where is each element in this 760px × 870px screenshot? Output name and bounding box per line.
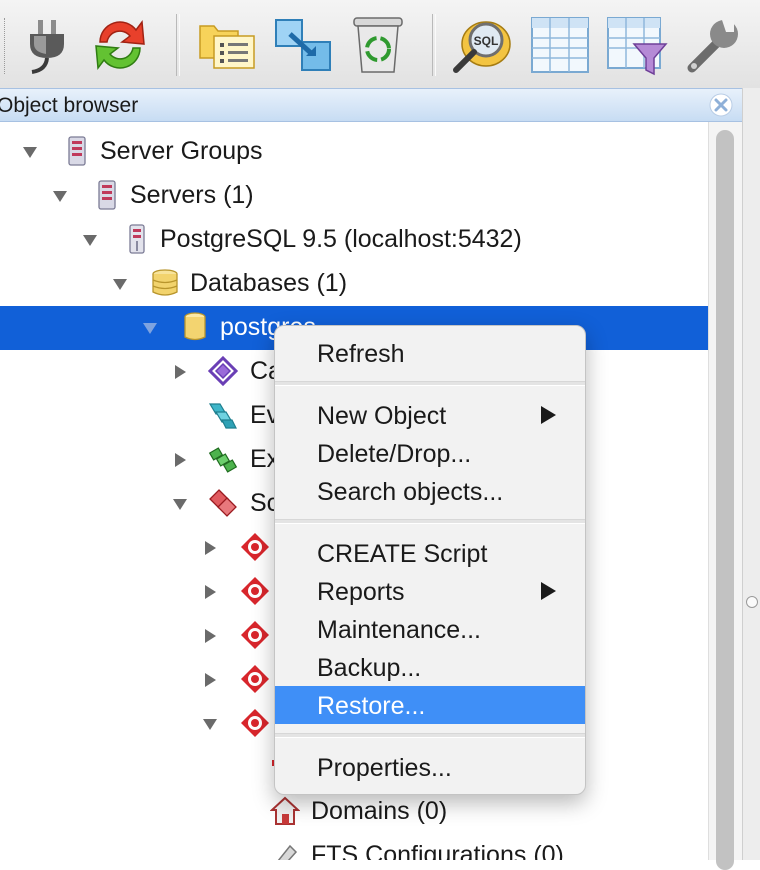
extensions-icon bbox=[208, 447, 238, 473]
collapsed-arrow-icon[interactable] bbox=[202, 584, 218, 600]
tree-scrollbar[interactable] bbox=[708, 122, 743, 870]
toolbar-grip[interactable] bbox=[4, 18, 9, 74]
submenu-arrow-icon bbox=[541, 406, 556, 424]
expanded-arrow-icon[interactable] bbox=[52, 188, 68, 204]
tree-node-domains[interactable]: Domains (0) bbox=[0, 790, 708, 834]
tree-node-databases[interactable]: Databases (1) bbox=[0, 262, 708, 306]
fts-configurations-icon bbox=[277, 844, 298, 860]
event-triggers-icon bbox=[208, 403, 237, 429]
expanded-arrow-icon[interactable] bbox=[142, 320, 158, 336]
menu-item-refresh[interactable]: Refresh bbox=[275, 334, 585, 372]
tree-node-label: FTS Configurations (0) bbox=[311, 841, 564, 860]
svg-text:SQL: SQL bbox=[474, 34, 499, 48]
menu-separator bbox=[275, 733, 585, 738]
schema-object-icon bbox=[241, 577, 269, 605]
menu-item-new-object[interactable]: New Object bbox=[275, 396, 585, 434]
schema-object-icon bbox=[241, 709, 269, 737]
menu-item-label: Refresh bbox=[317, 340, 405, 368]
tree-node-postgres-server[interactable]: PostgreSQL 9.5 (localhost:5432) bbox=[0, 218, 708, 262]
database-icon bbox=[184, 312, 206, 341]
panel-title: Object browser bbox=[0, 94, 139, 117]
menu-item-label: Properties... bbox=[317, 754, 452, 782]
tree-node-label: Databases (1) bbox=[190, 269, 348, 297]
menu-item-label: Search objects... bbox=[317, 478, 504, 506]
menu-item-search-objects[interactable]: Search objects... bbox=[275, 472, 585, 510]
menu-item-label: New Object bbox=[317, 402, 447, 430]
menu-separator bbox=[275, 519, 585, 524]
menu-item-label: CREATE Script bbox=[317, 540, 488, 568]
toolbar-separator bbox=[176, 14, 180, 76]
menu-item-backup[interactable]: Backup... bbox=[275, 648, 585, 686]
schema-object-icon bbox=[241, 665, 269, 693]
server-icon bbox=[129, 224, 145, 254]
tree-node-fts-configurations[interactable]: FTS Configurations (0) bbox=[0, 834, 708, 860]
menu-item-label: Maintenance... bbox=[317, 616, 481, 644]
tree-node-label: Servers (1) bbox=[130, 181, 254, 209]
expanded-arrow-icon[interactable] bbox=[112, 276, 128, 292]
schema-object-icon bbox=[241, 533, 269, 561]
catalogs-icon bbox=[208, 356, 238, 386]
expanded-arrow-icon[interactable] bbox=[22, 144, 38, 160]
view-data-table-icon[interactable] bbox=[528, 14, 592, 76]
tree-node-label: Server Groups bbox=[100, 137, 263, 165]
splitter-strip[interactable] bbox=[742, 88, 760, 860]
delete-recycle-icon[interactable] bbox=[346, 14, 410, 76]
server-group-icon bbox=[68, 136, 86, 166]
menu-item-label: Backup... bbox=[317, 654, 422, 682]
toolbar-separator bbox=[432, 14, 436, 76]
close-icon[interactable] bbox=[708, 92, 734, 118]
expanded-arrow-icon[interactable] bbox=[202, 716, 218, 732]
tree-node-label: Domains (0) bbox=[311, 797, 448, 825]
refresh-icon[interactable] bbox=[88, 14, 152, 76]
object-browser-header: Object browser bbox=[0, 88, 742, 122]
toolbar: SQL bbox=[0, 0, 760, 89]
menu-item-label: Reports bbox=[317, 578, 405, 606]
servers-icon bbox=[98, 180, 116, 210]
menu-item-delete-drop[interactable]: Delete/Drop... bbox=[275, 434, 585, 472]
submenu-arrow-icon bbox=[541, 582, 556, 600]
collapsed-arrow-icon[interactable] bbox=[172, 364, 188, 380]
menu-item-properties[interactable]: Properties... bbox=[275, 748, 585, 786]
tree-node-servers[interactable]: Servers (1) bbox=[0, 174, 708, 218]
collapsed-arrow-icon[interactable] bbox=[202, 672, 218, 688]
schema-object-icon bbox=[241, 621, 269, 649]
domains-icon bbox=[270, 796, 300, 825]
expanded-arrow-icon[interactable] bbox=[172, 496, 188, 512]
tree-node-server-groups[interactable]: Server Groups bbox=[0, 130, 708, 174]
menu-item-label: Restore... bbox=[317, 692, 426, 720]
menu-item-maintenance[interactable]: Maintenance... bbox=[275, 610, 585, 648]
menu-separator bbox=[275, 381, 585, 386]
menu-item-create-script[interactable]: CREATE Script bbox=[275, 534, 585, 572]
create-object-icon[interactable] bbox=[272, 14, 336, 76]
properties-folder-icon[interactable] bbox=[194, 14, 258, 76]
sql-query-icon[interactable]: SQL bbox=[450, 14, 514, 76]
context-menu: Refresh New Object Delete/Drop... Search… bbox=[274, 325, 586, 795]
menu-item-reports[interactable]: Reports bbox=[275, 572, 585, 610]
menu-item-label: Delete/Drop... bbox=[317, 440, 472, 468]
collapsed-arrow-icon[interactable] bbox=[202, 628, 218, 644]
expanded-arrow-icon[interactable] bbox=[82, 232, 98, 248]
tools-wrench-icon[interactable] bbox=[682, 14, 746, 76]
menu-item-restore[interactable]: Restore... bbox=[275, 686, 585, 724]
databases-icon bbox=[152, 269, 178, 296]
view-filtered-data-icon[interactable] bbox=[604, 14, 668, 76]
schemas-icon bbox=[209, 489, 237, 517]
tree-node-label: PostgreSQL 9.5 (localhost:5432) bbox=[160, 225, 522, 253]
collapsed-arrow-icon[interactable] bbox=[172, 452, 188, 468]
connect-plug-icon[interactable] bbox=[16, 14, 80, 76]
splitter-handle[interactable] bbox=[746, 596, 758, 608]
collapsed-arrow-icon[interactable] bbox=[202, 540, 218, 556]
scrollbar-thumb[interactable] bbox=[716, 130, 734, 870]
